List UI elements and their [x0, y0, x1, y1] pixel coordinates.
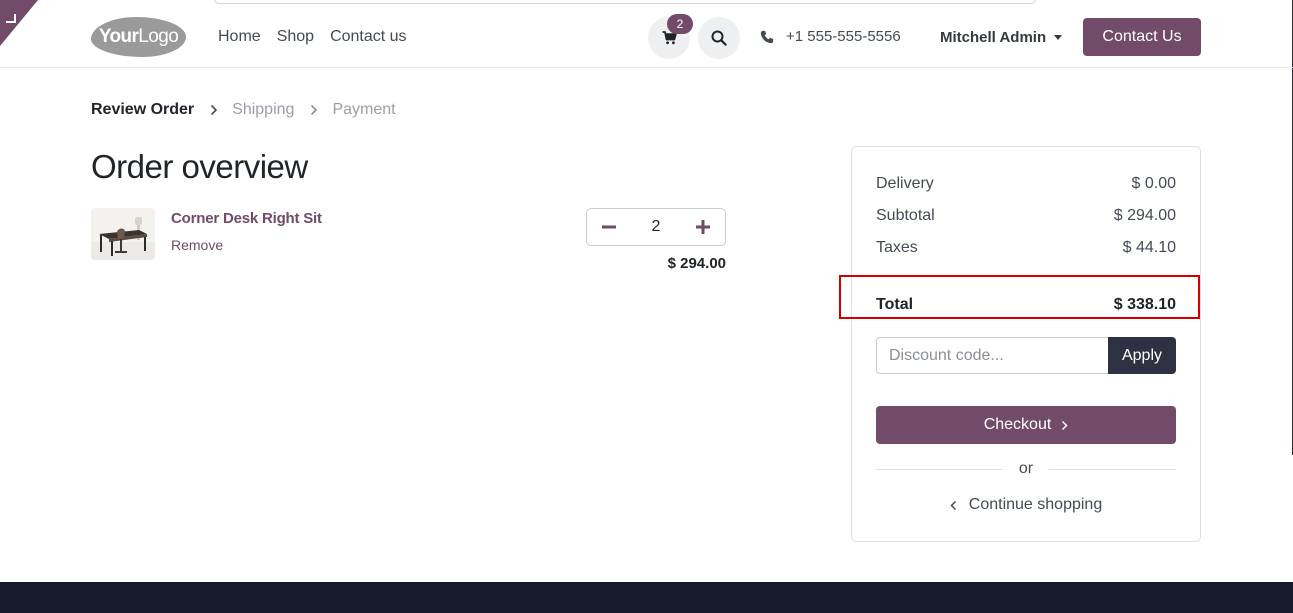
delivery-row: Delivery $ 0.00 — [876, 175, 1176, 193]
continue-shopping-link[interactable]: Continue shopping — [876, 496, 1176, 514]
apply-discount-button[interactable]: Apply — [1108, 337, 1176, 374]
total-row: Total $ 338.10 — [876, 296, 1176, 314]
subtotal-row: Subtotal $ 294.00 — [876, 207, 1176, 225]
step-review-order: Review Order — [91, 101, 195, 118]
total-value: $ 338.10 — [1113, 296, 1176, 313]
discount-code-input[interactable] — [876, 337, 1108, 374]
cart-count-badge: 2 — [667, 14, 693, 34]
search-button[interactable] — [698, 17, 740, 59]
increase-quantity-button[interactable] — [681, 209, 725, 245]
step-payment[interactable]: Payment — [332, 101, 395, 119]
logo-text-light: Logo — [138, 26, 179, 47]
phone-contact[interactable]: +1 555-555-5556 — [760, 28, 901, 45]
checkout-steps: Review Order Shipping Payment — [91, 101, 396, 119]
or-divider: or — [876, 460, 1177, 478]
line-item-price: $ 294.00 — [667, 255, 726, 272]
checkout-label: Checkout — [983, 416, 1052, 433]
browser-bar-edge — [214, 0, 1036, 4]
decrease-quantity-button[interactable] — [587, 209, 631, 245]
chevron-left-icon — [950, 500, 956, 510]
quantity-stepper: 2 — [586, 208, 726, 246]
chevron-right-icon — [210, 104, 218, 116]
subtotal-value: $ 294.00 — [1113, 207, 1176, 224]
quantity-value[interactable]: 2 — [631, 218, 681, 236]
caret-down-icon — [1054, 35, 1063, 40]
nav-contact[interactable]: Contact us — [330, 28, 406, 46]
nav-home[interactable]: Home — [218, 28, 261, 46]
site-header: Your Logo Home Shop Contact us 2 +1 555-5… — [0, 8, 1293, 68]
divider-line — [876, 468, 1003, 470]
chevron-right-icon — [310, 104, 318, 116]
nav-shop[interactable]: Shop — [277, 28, 314, 46]
chevron-right-icon — [1062, 420, 1068, 430]
main-nav: Home Shop Contact us — [218, 28, 407, 46]
taxes-value: $ 44.10 — [1122, 239, 1176, 256]
or-label: or — [1018, 460, 1034, 477]
delivery-label: Delivery — [876, 175, 934, 192]
phone-number: +1 555-555-5556 — [786, 28, 901, 45]
checkout-button[interactable]: Checkout — [876, 406, 1176, 444]
plus-icon — [696, 220, 710, 234]
product-name-link[interactable]: Corner Desk Right Sit — [171, 210, 322, 227]
site-footer — [0, 582, 1293, 613]
product-image[interactable] — [91, 208, 155, 260]
order-summary: Delivery $ 0.00 Subtotal $ 294.00 Taxes … — [839, 146, 1201, 542]
user-name: Mitchell Admin — [940, 29, 1047, 46]
user-menu[interactable]: Mitchell Admin — [940, 29, 1063, 46]
divider-line — [1049, 468, 1177, 470]
remove-link[interactable]: Remove — [171, 237, 223, 253]
continue-label: Continue shopping — [968, 496, 1103, 513]
step-shipping[interactable]: Shipping — [232, 101, 294, 119]
taxes-row: Taxes $ 44.10 — [876, 239, 1176, 257]
phone-icon — [760, 30, 774, 43]
search-icon — [711, 30, 727, 46]
logo-text-bold: Your — [98, 26, 139, 47]
discount-form: Apply — [876, 337, 1176, 374]
minus-icon — [602, 225, 616, 229]
page-title: Order overview — [91, 148, 308, 185]
delivery-value: $ 0.00 — [1131, 175, 1176, 192]
total-label: Total — [876, 296, 914, 313]
contact-us-button[interactable]: Contact Us — [1083, 18, 1201, 56]
taxes-label: Taxes — [876, 239, 918, 256]
subtotal-label: Subtotal — [876, 207, 935, 224]
site-logo[interactable]: Your Logo — [91, 17, 186, 57]
